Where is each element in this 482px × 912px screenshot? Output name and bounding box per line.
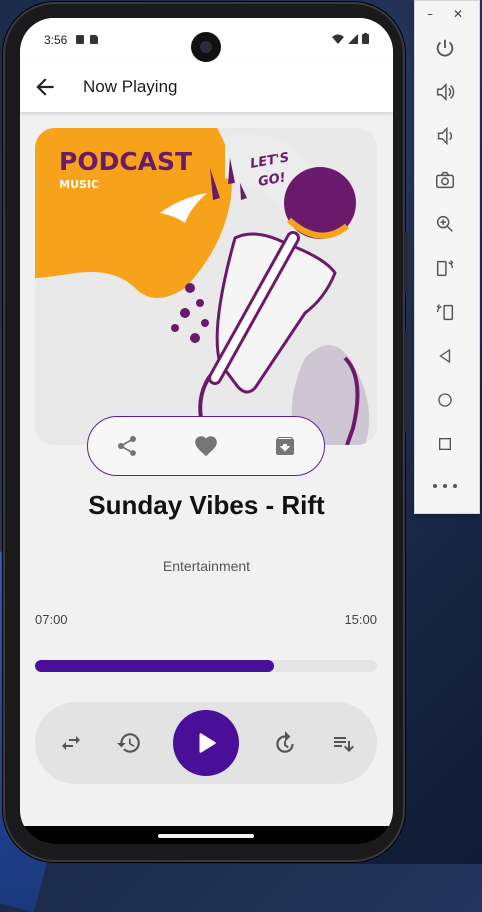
page-title: Now Playing [83,77,178,96]
heart-icon[interactable] [190,430,222,462]
camera-icon[interactable] [433,168,457,192]
more-icon[interactable] [433,479,457,493]
home-icon[interactable] [433,388,457,412]
rotate-left-icon[interactable] [433,256,457,280]
emulator-toolbar: – ✕ [414,0,480,514]
signal-icon [348,33,358,44]
minimize-icon[interactable]: – [427,7,433,21]
playlist-icon[interactable] [329,729,357,757]
archive-download-icon[interactable] [269,430,301,462]
phone-volume-button [404,332,408,432]
phone-side-button [404,232,408,292]
back-icon[interactable] [433,344,457,368]
status-time: 3:56 [44,33,68,47]
cover-brand: PODCAST [59,147,192,176]
rewind-icon[interactable] [115,729,143,757]
progress-fill [35,660,275,672]
app-bar: Now Playing [20,62,393,112]
battery-icon [362,33,369,44]
forward-icon[interactable] [271,729,299,757]
volume-up-icon[interactable] [433,80,457,104]
total-time: 15:00 [344,612,377,627]
emulator-window-controls: – ✕ [415,7,479,23]
track-actions-bar [87,416,325,476]
gesture-handle[interactable] [158,834,254,838]
system-nav-bar [20,826,393,844]
arrow-back-icon[interactable] [32,74,58,100]
phone-frame: 3:56 Now Playing PODCAST MUSIC LET'S GO!… [3,2,408,862]
track-category: Entertainment [162,558,251,574]
front-camera [191,32,221,62]
podcast-cover-art: PODCAST MUSIC LET'S GO! [35,128,377,445]
zoom-icon[interactable] [433,212,457,236]
overview-icon[interactable] [433,432,457,456]
status-icons [332,33,369,44]
repeat-icon[interactable] [57,729,85,757]
track-title: Sunday Vibes - Rift [88,490,325,520]
wifi-icon [332,34,344,44]
volume-down-icon[interactable] [433,124,457,148]
sd-card-icon [90,35,98,44]
phone-screen: 3:56 Now Playing PODCAST MUSIC LET'S GO!… [20,18,393,844]
progress-bar[interactable] [35,660,377,672]
cover-brand-sub: MUSIC [59,178,99,191]
share-icon[interactable] [111,430,143,462]
power-icon[interactable] [433,36,457,60]
rotate-right-icon[interactable] [433,300,457,324]
play-icon [199,733,216,753]
status-bar: 3:56 [20,18,393,62]
playback-controls [35,702,377,784]
notification-a-icon [76,35,84,44]
close-icon[interactable]: ✕ [453,7,463,21]
current-time: 07:00 [35,612,68,627]
play-button[interactable] [173,710,239,776]
